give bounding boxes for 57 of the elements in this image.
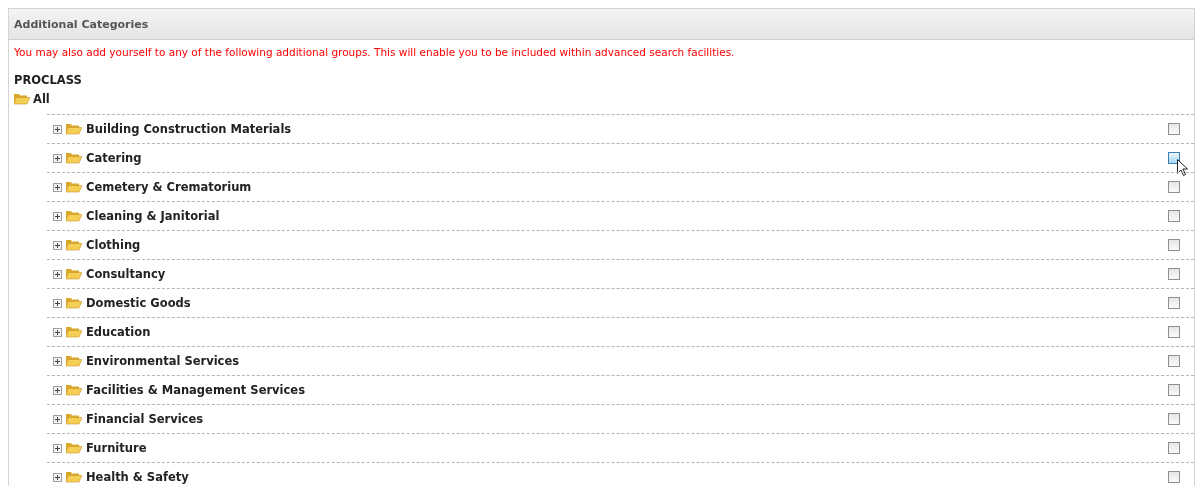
expand-icon[interactable] <box>53 385 62 395</box>
checkbox[interactable] <box>1168 442 1180 454</box>
folder-icon <box>66 123 82 135</box>
mouse-pointer-icon <box>1177 159 1188 176</box>
tree-node-label[interactable]: Furniture <box>86 441 147 455</box>
folder-icon <box>66 384 82 396</box>
expand-icon[interactable] <box>53 124 62 134</box>
folder-icon <box>66 268 82 280</box>
tree-heading: PROCLASS <box>13 72 83 87</box>
expand-icon[interactable] <box>53 211 62 221</box>
tree-node-label[interactable]: All <box>33 92 50 106</box>
tree-node-label[interactable]: Cemetery & Crematorium <box>86 180 252 194</box>
tree-node-label[interactable]: Health & Safety <box>86 470 189 484</box>
expand-icon[interactable] <box>53 356 62 366</box>
open-folder-icon <box>14 93 30 105</box>
checkbox[interactable] <box>1168 123 1180 135</box>
folder-icon <box>66 297 82 309</box>
expand-icon[interactable] <box>53 472 62 482</box>
checkbox[interactable] <box>1168 297 1180 309</box>
tree-node-label[interactable]: Clothing <box>86 238 141 252</box>
folder-icon <box>66 210 82 222</box>
tree-node-label[interactable]: Catering <box>86 151 142 165</box>
checkbox[interactable] <box>1168 210 1180 222</box>
expand-icon[interactable] <box>53 182 62 192</box>
expand-icon[interactable] <box>53 240 62 250</box>
tree-node-label[interactable]: Education <box>86 325 151 339</box>
checkbox[interactable] <box>1168 384 1180 396</box>
folder-icon <box>66 471 82 483</box>
checkbox[interactable] <box>1168 239 1180 251</box>
tree-node-label[interactable]: Cleaning & Janitorial <box>86 209 220 223</box>
tree-node-label[interactable]: Domestic Goods <box>86 296 191 310</box>
expand-icon[interactable] <box>53 327 62 337</box>
tree-node-label[interactable]: Financial Services <box>86 412 204 426</box>
folder-icon <box>66 152 82 164</box>
folder-icon <box>66 239 82 251</box>
checkbox[interactable] <box>1168 268 1180 280</box>
expand-icon[interactable] <box>53 298 62 308</box>
expand-icon[interactable] <box>53 443 62 453</box>
expand-icon[interactable] <box>53 153 62 163</box>
tree-node-label[interactable]: Facilities & Management Services <box>86 383 305 397</box>
tree-node-label[interactable]: Environmental Services <box>86 354 240 368</box>
checkbox[interactable] <box>1168 326 1180 338</box>
tree-node-label[interactable]: Consultancy <box>86 267 166 281</box>
folder-icon <box>66 181 82 193</box>
expand-icon[interactable] <box>53 414 62 424</box>
checkbox[interactable] <box>1168 355 1180 367</box>
checkbox[interactable] <box>1168 471 1180 483</box>
checkbox[interactable] <box>1168 413 1180 425</box>
folder-icon <box>66 326 82 338</box>
notice-text: You may also add yourself to any of the following additional groups. This will enable you to be included within advanced search facilities. <box>13 45 736 58</box>
checkbox[interactable] <box>1168 181 1180 193</box>
folder-icon <box>66 355 82 367</box>
expand-icon[interactable] <box>53 269 62 279</box>
folder-icon <box>66 442 82 454</box>
panel-title: Additional Categories <box>9 9 1194 40</box>
folder-icon <box>66 413 82 425</box>
tree-node-label[interactable]: Building Construction Materials <box>86 122 292 136</box>
